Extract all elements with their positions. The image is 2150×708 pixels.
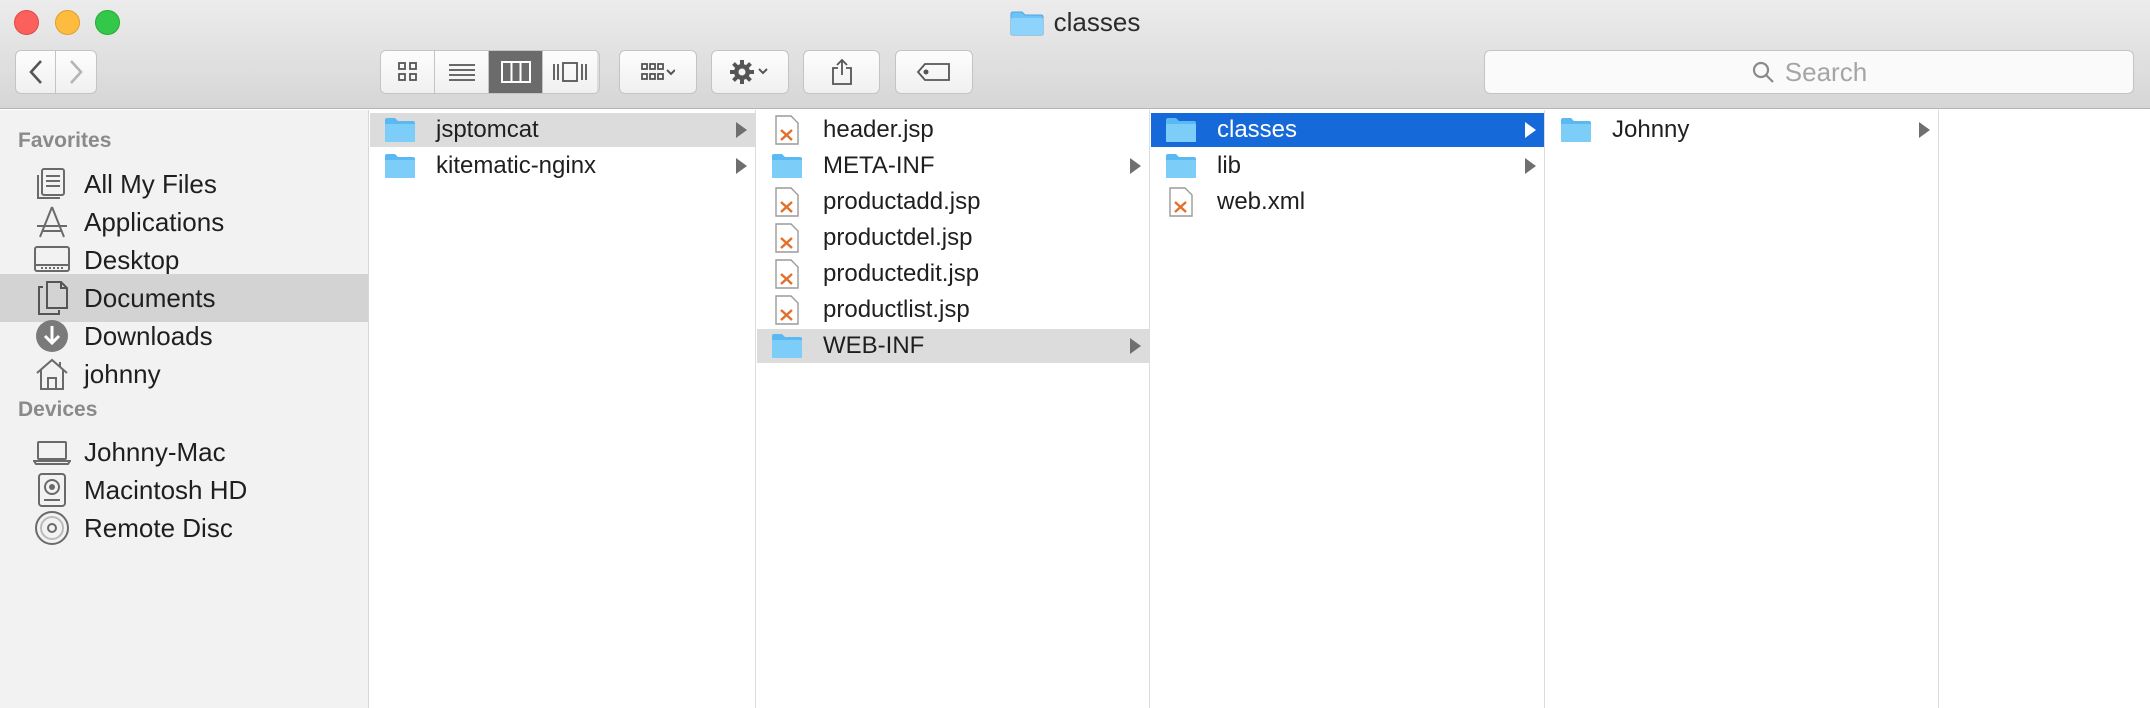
sidebar-item-label: Macintosh HD [84, 474, 248, 505]
item-name: productedit.jsp [823, 260, 980, 287]
item-name: lib [1217, 152, 1242, 179]
search-icon [1752, 61, 1774, 83]
browser-column-4: Johnny [1546, 110, 1939, 708]
list-item[interactable]: classes [1151, 113, 1544, 147]
folder-icon [1010, 11, 1044, 35]
home-icon [32, 354, 72, 394]
chevron-left-icon [28, 60, 42, 84]
share-button[interactable] [803, 50, 880, 94]
arrange-icon [641, 63, 675, 80]
folder-icon [771, 152, 803, 180]
item-name: META-INF [823, 152, 935, 179]
sidebar-item-label: Downloads [84, 320, 213, 351]
sidebar-item-label: Remote Disc [84, 512, 233, 543]
list-item[interactable]: lib [1151, 149, 1544, 183]
search-placeholder: Search [1784, 56, 1868, 87]
chevron-right-icon [1525, 122, 1536, 138]
cover-flow-view-button[interactable] [543, 51, 597, 93]
folder-icon [1165, 152, 1197, 180]
sidebar-item-johnny[interactable]: johnny [0, 350, 368, 398]
jsp-file-icon [771, 187, 803, 217]
item-name: classes [1217, 116, 1298, 143]
sidebar-item-label: Documents [84, 282, 216, 313]
back-button[interactable] [15, 50, 56, 94]
list-item[interactable]: META-INF [757, 149, 1149, 183]
jsp-file-icon [771, 259, 803, 289]
sidebar-item-label: All My Files [84, 168, 217, 199]
window-toolbar: classes Search [0, 0, 2150, 109]
chevron-right-icon [1130, 158, 1141, 174]
sidebar-item-label: Desktop [84, 244, 180, 275]
item-name: Johnny [1612, 116, 1690, 143]
gear-icon [730, 60, 768, 84]
chevron-right-icon [1919, 122, 1930, 138]
cover-flow-icon [553, 62, 587, 82]
grid-icon [397, 62, 417, 81]
item-name: productadd.jsp [823, 188, 981, 215]
browser-column-2: header.jsp META-INF productadd.jsp produ… [757, 110, 1150, 708]
item-name: header.jsp [823, 116, 934, 143]
action-menu-button[interactable] [711, 50, 789, 94]
tags-button[interactable] [895, 50, 973, 94]
jsp-file-icon [771, 223, 803, 253]
xml-file-icon [1165, 187, 1197, 217]
tag-icon [916, 63, 950, 81]
icon-view-button[interactable] [381, 51, 435, 93]
list-item[interactable]: jsptomcat [370, 113, 755, 147]
list-item[interactable]: productdel.jsp [757, 221, 1149, 255]
browser-column-3: classes lib web.xml [1151, 110, 1545, 708]
list-item[interactable]: web.xml [1151, 185, 1544, 219]
folder-icon [1560, 116, 1592, 144]
list-item[interactable]: productlist.jsp [757, 293, 1149, 327]
sidebar: Favorites All My Files Applications Desk… [0, 110, 369, 708]
chevron-right-icon [70, 60, 83, 84]
column-view-button[interactable] [489, 51, 543, 93]
window-title-text: classes [1053, 7, 1141, 37]
item-name: kitematic-nginx [436, 152, 597, 179]
chevron-right-icon [736, 158, 747, 174]
list-item[interactable]: productedit.jsp [757, 257, 1149, 291]
item-name: productlist.jsp [823, 296, 970, 323]
sidebar-item-label: Johnny-Mac [84, 436, 226, 467]
sidebar-item-remote-disc[interactable]: Remote Disc [0, 504, 368, 552]
disc-icon [32, 508, 72, 548]
columns-icon [500, 61, 531, 83]
chevron-right-icon [736, 122, 747, 138]
devices-header: Devices [18, 398, 98, 421]
favorites-header: Favorites [18, 129, 112, 152]
folder-icon [384, 116, 416, 144]
sidebar-item-label: Applications [84, 206, 225, 237]
list-view-button[interactable] [435, 51, 489, 93]
folder-icon [1165, 116, 1197, 144]
chevron-right-icon [1525, 158, 1536, 174]
item-name: productdel.jsp [823, 224, 973, 251]
item-name: WEB-INF [823, 332, 925, 359]
item-name: web.xml [1217, 188, 1306, 215]
list-item[interactable]: productadd.jsp [757, 185, 1149, 219]
sidebar-item-label: johnny [84, 358, 161, 389]
folder-icon [771, 332, 803, 360]
forward-button[interactable] [56, 50, 97, 94]
share-icon [831, 58, 852, 85]
list-item[interactable]: WEB-INF [757, 329, 1149, 363]
list-item[interactable]: Johnny [1546, 113, 1938, 147]
arrange-menu-button[interactable] [619, 50, 697, 94]
jsp-file-icon [771, 115, 803, 145]
list-icon [448, 64, 475, 81]
folder-icon [384, 152, 416, 180]
view-mode-control [380, 50, 600, 94]
item-name: jsptomcat [436, 116, 539, 143]
window-title: classes [0, 7, 2150, 38]
list-item[interactable]: header.jsp [757, 113, 1149, 147]
browser-column-5 [1940, 110, 2150, 708]
jsp-file-icon [771, 295, 803, 325]
search-field[interactable]: Search [1484, 50, 2134, 94]
chevron-right-icon [1130, 338, 1141, 354]
list-item[interactable]: kitematic-nginx [370, 149, 755, 183]
browser-column-1: jsptomcat kitematic-nginx [370, 110, 756, 708]
